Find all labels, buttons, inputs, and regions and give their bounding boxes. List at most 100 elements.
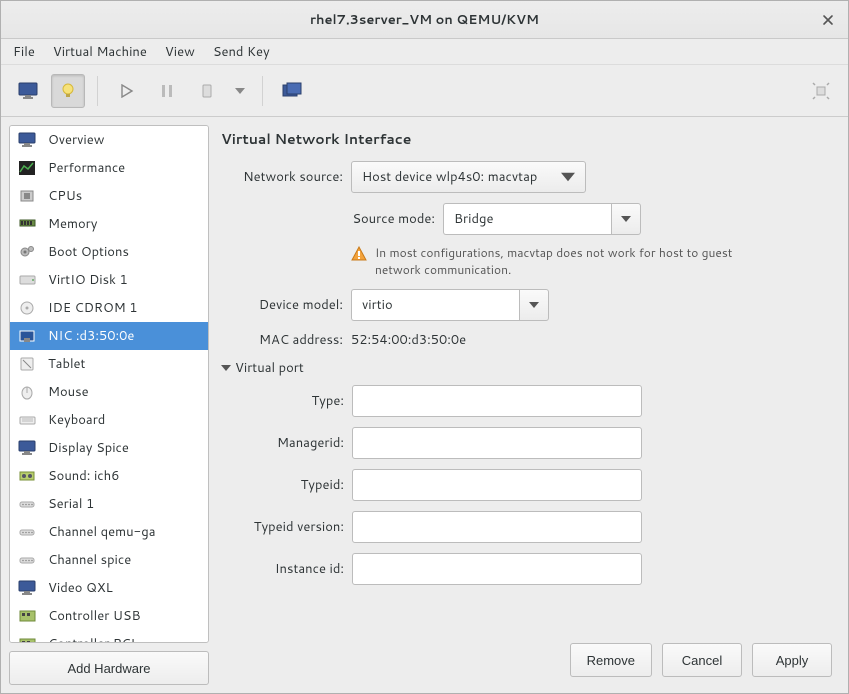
- toolbar: [1, 65, 848, 117]
- sidebar-item-memory[interactable]: Memory: [10, 210, 208, 238]
- sidebar-item-video-qxl[interactable]: Video QXL: [10, 574, 208, 602]
- cdrom-icon: [18, 300, 38, 316]
- nic-icon: [18, 328, 38, 344]
- menu-send-key[interactable]: Send Key: [213, 43, 270, 61]
- pause-button[interactable]: [150, 74, 184, 108]
- snapshots-button[interactable]: [275, 74, 309, 108]
- virtual-port-expander[interactable]: Virtual port: [221, 359, 832, 377]
- toolbar-separator: [97, 76, 98, 106]
- sound-icon: [18, 468, 38, 484]
- sidebar-item-label: Mouse: [48, 383, 89, 401]
- serial-icon: [18, 524, 38, 540]
- sidebar-item-label: Controller PCI: [48, 635, 135, 643]
- sidebar-item-overview[interactable]: Overview: [10, 126, 208, 154]
- sidebar-item-mouse[interactable]: Mouse: [10, 378, 208, 406]
- mouse-icon: [18, 384, 38, 400]
- sidebar-item-channel-spice[interactable]: Channel spice: [10, 546, 208, 574]
- source-mode-dropdown-button[interactable]: [611, 203, 641, 235]
- chart-icon: [18, 160, 38, 176]
- vp-instanceid-label: Instance id:: [237, 560, 352, 578]
- sidebar-item-sound-ich6[interactable]: Sound: ich6: [10, 462, 208, 490]
- vp-type-input[interactable]: [352, 385, 642, 417]
- warning-text: In most configurations, macvtap does not…: [375, 245, 751, 279]
- add-hardware-button[interactable]: Add Hardware: [9, 651, 209, 685]
- footer: Remove Cancel Apply: [217, 637, 840, 685]
- gears-icon: [18, 244, 38, 260]
- vp-instanceid-input[interactable]: [352, 553, 642, 585]
- sidebar-item-label: NIC :d3:50:0e: [48, 327, 134, 345]
- sidebar-item-keyboard[interactable]: Keyboard: [10, 406, 208, 434]
- chevron-down-icon: [529, 300, 539, 310]
- vp-typeid-label: Typeid:: [237, 476, 352, 494]
- source-mode-combo[interactable]: Bridge: [443, 203, 641, 235]
- shutdown-button[interactable]: [190, 74, 224, 108]
- device-list[interactable]: Overview Performance CPUs Memory Boot Option…: [9, 125, 209, 643]
- sidebar-item-nic-d3-50-0e[interactable]: NIC :d3:50:0e: [10, 322, 208, 350]
- sidebar-item-label: Keyboard: [48, 411, 105, 429]
- sidebar-item-controller-usb[interactable]: Controller USB: [10, 602, 208, 630]
- remove-button[interactable]: Remove: [570, 643, 652, 677]
- sidebar-item-channel-qemu-ga[interactable]: Channel qemu-ga: [10, 518, 208, 546]
- cpu-icon: [18, 188, 38, 204]
- source-mode-value: Bridge: [454, 210, 493, 228]
- sidebar-item-serial-1[interactable]: Serial 1: [10, 490, 208, 518]
- section-title: Virtual Network Interface: [221, 129, 832, 149]
- window-title: rhel7.3server_VM on QEMU/KVM: [310, 11, 539, 29]
- menu-view[interactable]: View: [165, 43, 195, 61]
- monitor-icon: [18, 580, 38, 596]
- fullscreen-button[interactable]: [804, 74, 838, 108]
- sidebar-item-virtio-disk-1[interactable]: VirtIO Disk 1: [10, 266, 208, 294]
- serial-icon: [18, 552, 38, 568]
- device-model-dropdown-button[interactable]: [519, 289, 549, 321]
- detail-pane: Virtual Network Interface Network source…: [217, 125, 840, 637]
- device-model-combo[interactable]: virtio: [351, 289, 549, 321]
- sidebar-item-label: IDE CDROM 1: [48, 299, 138, 317]
- sidebar-item-display-spice[interactable]: Display Spice: [10, 434, 208, 462]
- monitor-icon: [18, 82, 38, 100]
- sidebar-item-label: CPUs: [48, 187, 82, 205]
- sidebar-item-boot-options[interactable]: Boot Options: [10, 238, 208, 266]
- menu-file[interactable]: File: [13, 43, 35, 61]
- sidebar-item-cpus[interactable]: CPUs: [10, 182, 208, 210]
- sidebar-item-label: VirtIO Disk 1: [48, 271, 128, 289]
- close-icon: [822, 14, 834, 26]
- source-mode-label: Source mode:: [221, 210, 443, 228]
- sidebar-item-performance[interactable]: Performance: [10, 154, 208, 182]
- controller-icon: [18, 636, 38, 643]
- tablet-icon: [18, 356, 38, 372]
- monitor-icon: [18, 132, 38, 148]
- toolbar-separator: [262, 76, 263, 106]
- vp-typeid-input[interactable]: [352, 469, 642, 501]
- device-model-label: Device model:: [221, 296, 351, 314]
- sidebar-item-label: Memory: [48, 215, 97, 233]
- virtual-port-header: Virtual port: [235, 359, 304, 377]
- network-source-value: Host device wlp4s0: macvtap: [362, 168, 537, 186]
- sidebar-item-label: Performance: [48, 159, 125, 177]
- serial-icon: [18, 496, 38, 512]
- sidebar-item-label: Video QXL: [48, 579, 113, 597]
- vp-managerid-input[interactable]: [352, 427, 642, 459]
- sidebar-item-label: Boot Options: [48, 243, 129, 261]
- monitor-icon: [18, 440, 38, 456]
- sidebar-item-tablet[interactable]: Tablet: [10, 350, 208, 378]
- ram-icon: [18, 216, 38, 232]
- console-view-button[interactable]: [11, 74, 45, 108]
- fullscreen-icon: [812, 82, 830, 100]
- network-source-combo[interactable]: Host device wlp4s0: macvtap: [351, 161, 586, 193]
- menubar: File Virtual Machine View Send Key: [1, 39, 848, 65]
- details-view-button[interactable]: [51, 74, 85, 108]
- power-icon: [200, 83, 214, 99]
- sidebar-item-controller-pci[interactable]: Controller PCI: [10, 630, 208, 643]
- cancel-button[interactable]: Cancel: [662, 643, 742, 677]
- run-button[interactable]: [110, 74, 144, 108]
- keyboard-icon: [18, 412, 38, 428]
- pause-icon: [160, 84, 174, 98]
- sidebar-item-ide-cdrom-1[interactable]: IDE CDROM 1: [10, 294, 208, 322]
- warning-icon: [351, 246, 367, 262]
- vp-typeidversion-input[interactable]: [352, 511, 642, 543]
- shutdown-menu-button[interactable]: [230, 74, 250, 108]
- menu-virtual-machine[interactable]: Virtual Machine: [53, 43, 147, 61]
- apply-button[interactable]: Apply: [752, 643, 832, 677]
- close-button[interactable]: [818, 10, 838, 30]
- mac-address-value: 52:54:00:d3:50:0e: [351, 331, 466, 349]
